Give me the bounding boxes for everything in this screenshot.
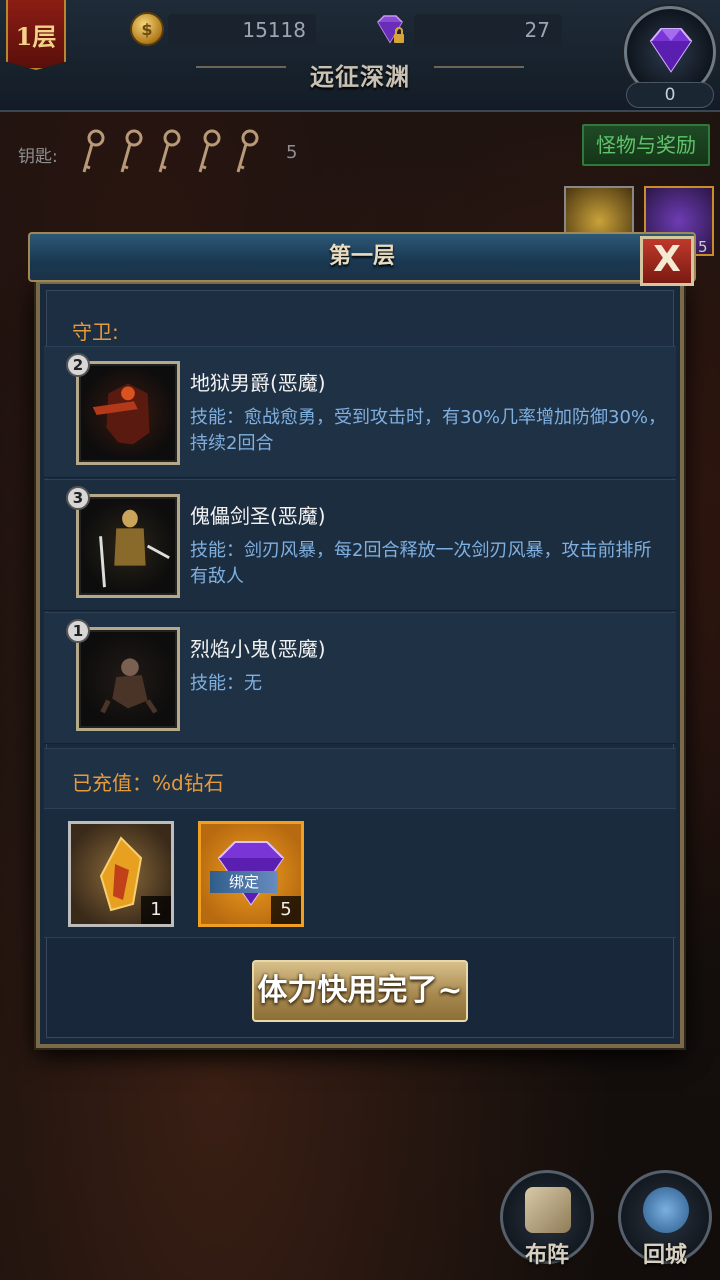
key-icon (158, 129, 181, 173)
gem-count: 0 (626, 82, 714, 108)
monster-reward-button[interactable]: 怪物与奖励 (582, 124, 710, 166)
background-item-count: 5 (698, 238, 708, 256)
key-icon (236, 129, 259, 173)
guard-row: 3 傀儡剑圣(恶魔) 技能：剑刃风暴，每2回合释放一次剑刃风暴，攻击前排所有敌人 (44, 479, 676, 611)
guard-skill: 技能：愈战愈勇，受到攻击时，有30%几率增加防御30%，持续2回合 (190, 407, 667, 454)
guard-name: 烈焰小鬼(恶魔) (190, 637, 326, 661)
guard-level-badge: 1 (66, 619, 90, 643)
guard-portrait[interactable] (76, 627, 180, 731)
guard-label: 守卫: (72, 320, 119, 344)
reward-count: 1 (141, 896, 171, 924)
reward-item[interactable]: 绑定 5 (198, 821, 304, 927)
guard-skill: 技能：无 (190, 673, 262, 694)
demon-baron-icon (92, 383, 150, 445)
reward-area: 1 绑定 5 (44, 808, 676, 938)
coin-icon: $ (130, 12, 164, 46)
key-icon (120, 129, 143, 173)
stamina-button[interactable]: 体力快用完了~ (252, 960, 468, 1022)
guard-name: 傀儡剑圣(恶魔) (190, 504, 326, 528)
close-button[interactable]: X (640, 236, 694, 286)
title-ornament-right (434, 66, 524, 68)
guard-row: 1 烈焰小鬼(恶魔) 技能：无 (44, 612, 676, 744)
formation-button[interactable]: 布阵 (500, 1170, 594, 1268)
dialog-title: 第一层 (28, 232, 696, 282)
recharge-label: 已充值：%d钻石 (72, 771, 224, 795)
guard-row: 2 地狱男爵(恶魔) 技能：愈战愈勇，受到攻击时，有30%几率增加防御30%，持… (44, 346, 676, 478)
guard-skill: 技能：剑刃风暴，每2回合释放一次剑刃风暴，攻击前排所有敌人 (190, 540, 652, 587)
reward-count: 5 (271, 896, 301, 924)
coin-count: 15118 (168, 14, 316, 46)
flame-imp-icon (100, 658, 158, 714)
diamond-count: 27 (414, 14, 562, 46)
keys-count: 5 (286, 142, 298, 163)
top-bar: 1层 $ 15118 27 远征深渊 0 (0, 0, 720, 112)
return-city-button[interactable]: 回城 (618, 1170, 712, 1268)
portal-icon (643, 1187, 689, 1233)
keys-label: 钥匙: (18, 147, 58, 167)
return-city-label: 回城 (642, 1242, 687, 1268)
title-ornament-left (196, 66, 286, 68)
recharge-row: 已充值：%d钻石 (44, 748, 676, 808)
guard-level-badge: 3 (66, 486, 90, 510)
guard-portrait[interactable] (76, 361, 180, 465)
diamond-lock-icon (377, 15, 404, 44)
gem-icon (649, 28, 693, 73)
guard-name: 地狱男爵(恶魔) (190, 371, 326, 395)
guard-portrait[interactable] (76, 494, 180, 598)
reward-item[interactable]: 1 (68, 821, 174, 927)
puppet-swordmaster-icon (99, 509, 170, 588)
page-title: 远征深渊 (310, 62, 410, 91)
key-icon (82, 129, 105, 173)
guard-level-badge: 2 (66, 353, 90, 377)
scroll-icon (525, 1187, 571, 1233)
key-icon (198, 129, 221, 173)
bind-tag: 绑定 (210, 871, 278, 893)
formation-label: 布阵 (524, 1242, 569, 1268)
floor-badge: 1层 (6, 0, 66, 70)
